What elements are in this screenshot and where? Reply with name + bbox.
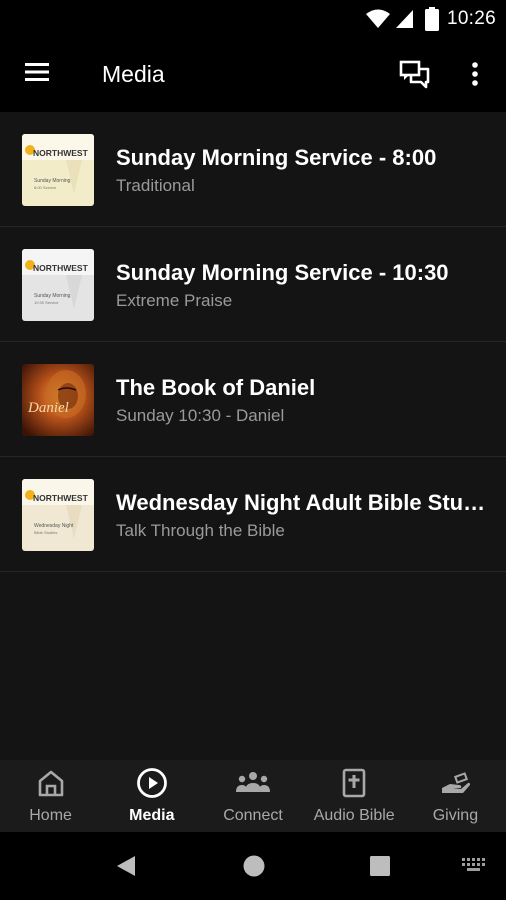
more-vert-icon — [472, 62, 478, 86]
media-item-subtitle: Talk Through the Bible — [116, 521, 285, 540]
media-thumbnail: Daniel — [22, 364, 94, 436]
nav-label: Home — [29, 807, 72, 824]
bottom-nav: Home Media Connect Audio Bible Giving — [0, 760, 506, 832]
media-item-title: Sunday Morning Service - 8:00 — [116, 145, 437, 170]
media-item-daniel[interactable]: Daniel The Book of Daniel Sunday 10:30 -… — [0, 342, 506, 457]
home-icon — [36, 768, 66, 798]
media-item-title: Sunday Morning Service - 10:30 — [116, 260, 449, 285]
app-bar: Media — [0, 38, 506, 112]
media-item-sunday-1030[interactable]: NORTHWEST Sunday Morning 10:30 Service S… — [0, 227, 506, 342]
thumb-line2: Bible Studies — [34, 530, 57, 535]
people-icon — [235, 768, 271, 798]
page-title: Media — [102, 61, 165, 87]
thumb-line1: Wednesday Night — [34, 523, 74, 529]
keyboard-button[interactable] — [462, 858, 488, 879]
bible-icon — [341, 768, 367, 798]
thumb-brand: NORTHWEST — [33, 263, 89, 273]
recents-button[interactable] — [369, 854, 391, 883]
system-nav-bar — [0, 832, 506, 900]
thumb-script: Daniel — [27, 400, 69, 416]
thumb-brand: NORTHWEST — [33, 493, 89, 503]
home-circle-icon — [243, 855, 265, 877]
wifi-icon — [365, 8, 391, 30]
menu-button[interactable] — [22, 60, 58, 90]
status-time: 10:26 — [446, 8, 496, 29]
nav-item-audio-bible[interactable]: Audio Bible — [304, 760, 405, 832]
giving-hand-icon — [439, 768, 471, 798]
battery-icon — [424, 7, 439, 31]
nav-item-media[interactable]: Media — [101, 760, 202, 832]
nav-label: Media — [129, 807, 175, 824]
nav-item-giving[interactable]: Giving — [405, 760, 506, 832]
media-content: NORTHWEST Sunday Morning 8:00 Service Su… — [0, 112, 506, 760]
nav-label: Connect — [223, 807, 283, 824]
keyboard-icon — [462, 858, 485, 871]
media-thumbnail: NORTHWEST Wednesday Night Bible Studies — [22, 479, 94, 551]
back-icon — [117, 856, 135, 876]
status-bar: 10:26 — [0, 0, 506, 38]
more-options-button[interactable] — [462, 58, 488, 92]
media-list: NORTHWEST Sunday Morning 8:00 Service Su… — [0, 112, 506, 572]
back-button[interactable] — [114, 854, 138, 883]
nav-item-home[interactable]: Home — [0, 760, 101, 832]
status-icons: 10:26 — [365, 6, 496, 32]
media-item-sunday-8[interactable]: NORTHWEST Sunday Morning 8:00 Service Su… — [0, 112, 506, 227]
nav-item-connect[interactable]: Connect — [202, 760, 303, 832]
chat-icon — [399, 60, 430, 89]
nav-label: Audio Bible — [313, 807, 395, 824]
media-item-title: Wednesday Night Adult Bible Stu… — [116, 490, 486, 515]
media-item-subtitle: Traditional — [116, 176, 195, 195]
cell-signal-icon — [395, 8, 415, 30]
thumb-line2: 10:30 Service — [34, 300, 59, 305]
thumb-line1: Sunday Morning — [34, 293, 71, 299]
thumb-line1: Sunday Morning — [34, 178, 71, 184]
chat-button[interactable] — [398, 58, 434, 92]
play-circle-icon — [136, 768, 168, 798]
media-item-title: The Book of Daniel — [116, 375, 316, 400]
media-thumbnail: NORTHWEST Sunday Morning 10:30 Service — [22, 249, 94, 321]
nav-label: Giving — [432, 807, 479, 824]
media-thumbnail: NORTHWEST Sunday Morning 8:00 Service — [22, 134, 94, 206]
recents-icon — [370, 856, 390, 876]
media-item-subtitle: Sunday 10:30 - Daniel — [116, 406, 285, 425]
home-system-button[interactable] — [242, 854, 266, 883]
menu-icon — [25, 63, 49, 81]
thumb-line2: 8:00 Service — [34, 185, 57, 190]
media-item-subtitle: Extreme Praise — [116, 291, 233, 310]
thumb-brand: NORTHWEST — [33, 148, 89, 158]
media-item-wednesday[interactable]: NORTHWEST Wednesday Night Bible Studies … — [0, 457, 506, 572]
